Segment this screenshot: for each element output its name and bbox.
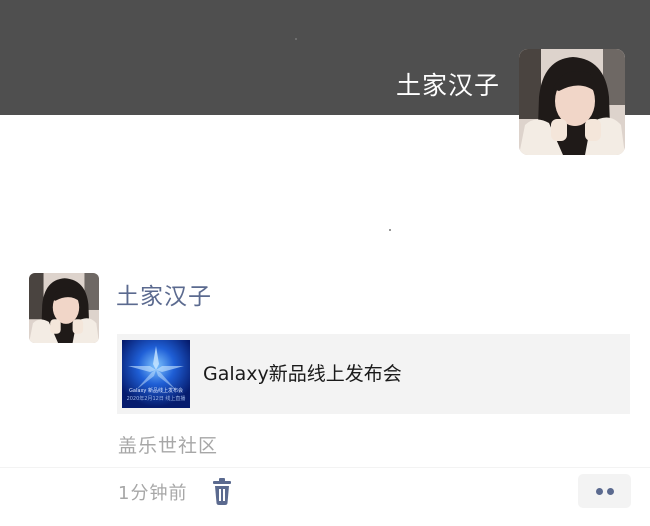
cover-dot	[295, 38, 297, 40]
avatar-portrait	[29, 273, 99, 343]
cover-username[interactable]: 土家汉子	[396, 68, 500, 104]
divider	[0, 467, 650, 468]
link-thumbnail: Galaxy 新品线上发布会 2020年2月12日 线上直播	[122, 340, 190, 408]
thumbnail-caption: Galaxy 新品线上发布会	[129, 388, 183, 394]
thumbnail-subcaption: 2020年2月12日 线上直播	[126, 396, 186, 402]
post-location[interactable]: 盖乐世社区	[118, 432, 218, 460]
more-dots-icon	[596, 488, 603, 495]
trash-icon	[213, 478, 231, 505]
post-avatar[interactable]	[29, 273, 99, 343]
separator-dot	[389, 229, 391, 231]
more-actions-button[interactable]	[578, 474, 631, 508]
post-time: 1分钟前	[118, 483, 188, 504]
link-title: Galaxy新品线上发布会	[203, 363, 402, 385]
shared-link-card[interactable]: Galaxy 新品线上发布会 2020年2月12日 线上直播 Galaxy新品线…	[117, 334, 630, 414]
avatar-portrait	[519, 49, 625, 155]
more-dots-icon	[607, 488, 614, 495]
delete-button[interactable]	[209, 478, 235, 506]
cover-avatar[interactable]	[519, 49, 625, 155]
post-author-name[interactable]: 土家汉子	[116, 280, 212, 314]
